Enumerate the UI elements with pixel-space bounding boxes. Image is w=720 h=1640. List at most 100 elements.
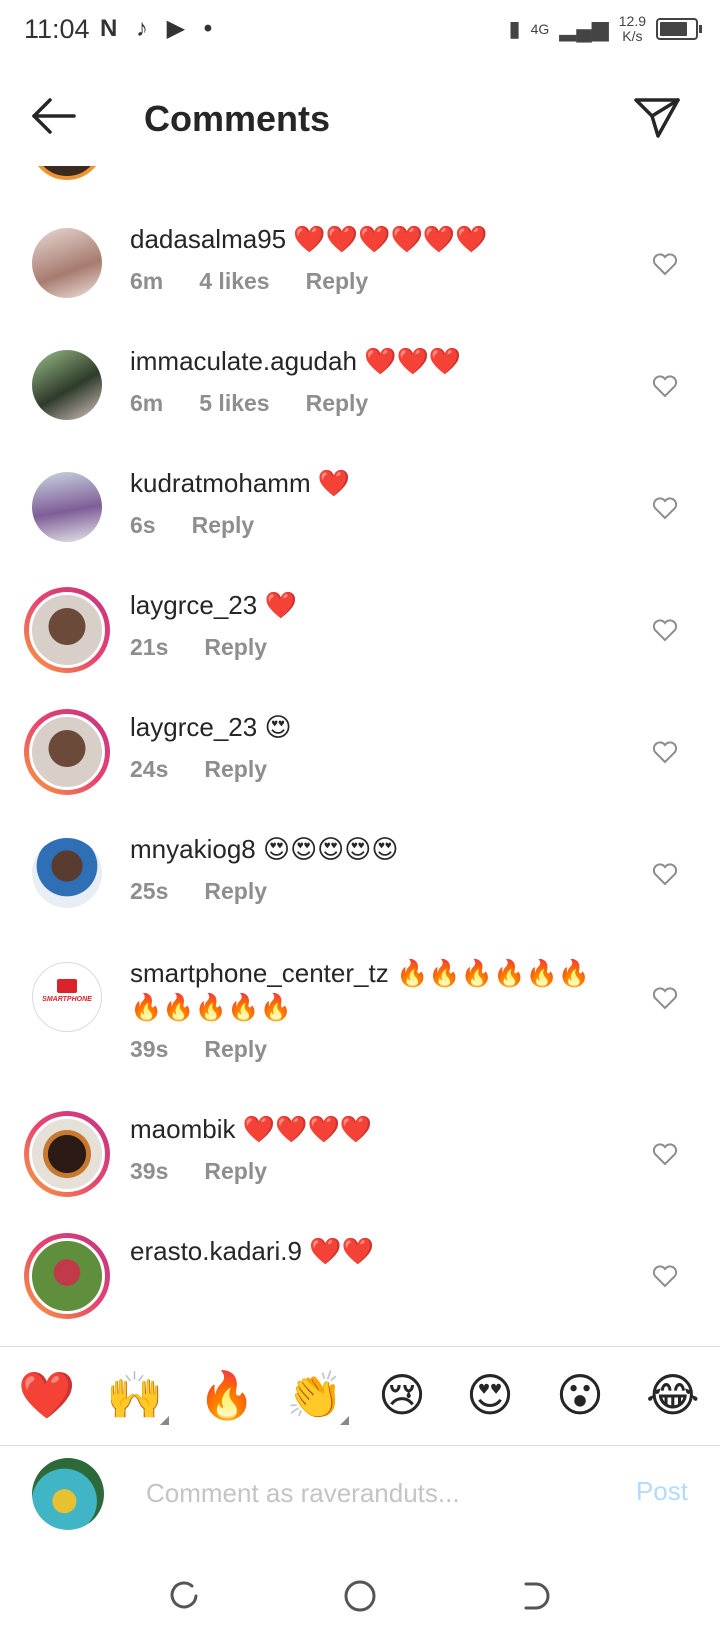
skin-tone-indicator-icon: [340, 1416, 350, 1425]
back-nav-icon[interactable]: [516, 1576, 556, 1616]
like-heart-icon[interactable]: [652, 1264, 678, 1288]
like-heart-icon[interactable]: [652, 252, 678, 276]
speed-unit: K/s: [622, 28, 643, 44]
status-right: ▮ 4G ▂▄▆ 12.9 K/s: [508, 14, 702, 44]
comment-likes[interactable]: 4 likes: [199, 268, 269, 295]
emoji-fire[interactable]: 🔥: [198, 1367, 255, 1423]
comments-list[interactable]: dadasalma95 ❤️❤️❤️❤️❤️❤️ 6m 4 likes Repl…: [0, 166, 720, 1346]
comment-likes[interactable]: 5 likes: [199, 390, 269, 417]
avatar-story-ring[interactable]: [24, 709, 110, 795]
comment-body: 😍: [264, 712, 292, 742]
comment-text: laygrce_23 ❤️: [130, 588, 630, 622]
comment-input[interactable]: [144, 1470, 588, 1516]
logo-wordmark: SMARTPHONE: [42, 996, 92, 1003]
comment-meta: 6m 4 likes Reply: [130, 268, 368, 295]
comment-meta: 6m 5 likes Reply: [130, 390, 368, 417]
emoji-surprised-face[interactable]: 😮: [556, 1367, 604, 1423]
page-title: Comments: [144, 98, 331, 139]
reply-button[interactable]: Reply: [204, 634, 267, 661]
comment-text: mnyakiog8 😍😍😍😍😍: [130, 832, 630, 866]
comment-username[interactable]: erasto.kadari.9: [130, 1236, 302, 1266]
speed-readout: 12.9 K/s: [619, 14, 646, 44]
like-heart-icon[interactable]: [652, 618, 678, 642]
emoji-heart-eyes[interactable]: 😍: [466, 1367, 514, 1423]
smartphone-logo-icon: [57, 979, 77, 993]
avatar: [29, 714, 105, 790]
avatar: [29, 592, 105, 668]
comment-text: erasto.kadari.9 ❤️❤️: [130, 1234, 630, 1268]
comment-body: ❤️❤️❤️: [364, 346, 462, 376]
comment-time: 6m: [130, 268, 164, 294]
skin-tone-indicator-icon: [160, 1416, 170, 1425]
reply-button[interactable]: Reply: [192, 512, 255, 539]
comment-time: 24s: [130, 756, 169, 782]
avatar-story-ring[interactable]: [24, 1111, 110, 1197]
comment-time: 39s: [130, 1158, 169, 1184]
system-navigation-bar: [0, 1554, 720, 1640]
avatar-story-ring[interactable]: [24, 1233, 110, 1319]
comment-username[interactable]: smartphone_center_tz: [130, 958, 389, 988]
reply-button[interactable]: Reply: [204, 1036, 267, 1063]
avatar[interactable]: [32, 838, 102, 908]
avatar[interactable]: [30, 166, 104, 180]
like-heart-icon[interactable]: [652, 1142, 678, 1166]
like-heart-icon[interactable]: [652, 862, 678, 886]
comment-text: smartphone_center_tz 🔥🔥🔥🔥🔥🔥🔥🔥🔥🔥🔥: [130, 956, 620, 1024]
comment-body: ❤️❤️: [309, 1236, 374, 1266]
comment-username[interactable]: maombik: [130, 1114, 235, 1144]
like-heart-icon[interactable]: [652, 986, 678, 1010]
comment-time: 21s: [130, 634, 169, 660]
comment-username[interactable]: immaculate.agudah: [130, 346, 357, 376]
send-icon[interactable]: [632, 96, 682, 140]
comment-body: ❤️: [317, 468, 351, 498]
like-heart-icon[interactable]: [652, 740, 678, 764]
avatar-story-ring[interactable]: [24, 587, 110, 673]
comment-username[interactable]: laygrce_23: [130, 712, 257, 742]
avatar[interactable]: [32, 228, 102, 298]
comment-username[interactable]: kudratmohamm: [130, 468, 311, 498]
like-heart-icon[interactable]: [652, 496, 678, 520]
comment-text: immaculate.agudah ❤️❤️❤️: [130, 344, 630, 378]
battery-icon: [656, 18, 702, 40]
avatar[interactable]: SMARTPHONE: [32, 962, 102, 1032]
avatar: [29, 1116, 105, 1192]
like-heart-icon[interactable]: [652, 374, 678, 398]
current-user-avatar[interactable]: [32, 1458, 104, 1530]
vibrate-icon: ▮: [508, 16, 521, 41]
post-button[interactable]: Post: [636, 1476, 688, 1507]
comment-body: 😍😍😍😍😍: [262, 834, 399, 864]
emoji-crying-face[interactable]: 😢: [378, 1367, 426, 1423]
home-icon[interactable]: [340, 1576, 380, 1616]
back-arrow-icon[interactable]: [28, 96, 78, 136]
speed-value: 12.9: [618, 13, 646, 29]
comment-time: 6m: [130, 390, 164, 416]
comment-composer: Post: [0, 1444, 720, 1554]
emoji-red-heart[interactable]: ❤️: [18, 1367, 75, 1423]
comment-body: ❤️: [264, 590, 297, 620]
reply-button[interactable]: Reply: [306, 268, 369, 295]
comment-meta: 6s Reply: [130, 512, 254, 539]
comment-username[interactable]: dadasalma95: [130, 224, 286, 254]
status-bar: 11:04 N ♪ ▶ • ▮ 4G ▂▄▆ 12.9 K/s: [0, 0, 720, 66]
comment-text: laygrce_23 😍: [130, 710, 630, 744]
comment-meta: 21s Reply: [130, 634, 267, 661]
comment-time: 25s: [130, 878, 169, 904]
emoji-tears-of-joy[interactable]: 😂: [646, 1367, 700, 1423]
reply-button[interactable]: Reply: [204, 756, 267, 783]
comment-meta: 25s Reply: [130, 878, 267, 905]
signal-icon: ▂▄▆: [559, 16, 609, 41]
recent-apps-icon[interactable]: [164, 1576, 204, 1616]
comment-username[interactable]: laygrce_23: [130, 590, 257, 620]
reply-button[interactable]: Reply: [204, 1158, 267, 1185]
emoji-clapping-hands[interactable]: 👏: [286, 1367, 350, 1425]
comment-text: kudratmohamm ❤️: [130, 466, 630, 500]
comment-meta: 24s Reply: [130, 756, 267, 783]
emoji-raising-hands[interactable]: 🙌: [106, 1367, 170, 1425]
comment-username[interactable]: mnyakiog8: [130, 834, 256, 864]
avatar[interactable]: [32, 350, 102, 420]
reply-button[interactable]: Reply: [204, 878, 267, 905]
avatar[interactable]: [32, 472, 102, 542]
reply-button[interactable]: Reply: [306, 390, 369, 417]
comment-time: 39s: [130, 1036, 169, 1062]
comment-body: ❤️❤️❤️❤️❤️❤️: [293, 224, 488, 254]
